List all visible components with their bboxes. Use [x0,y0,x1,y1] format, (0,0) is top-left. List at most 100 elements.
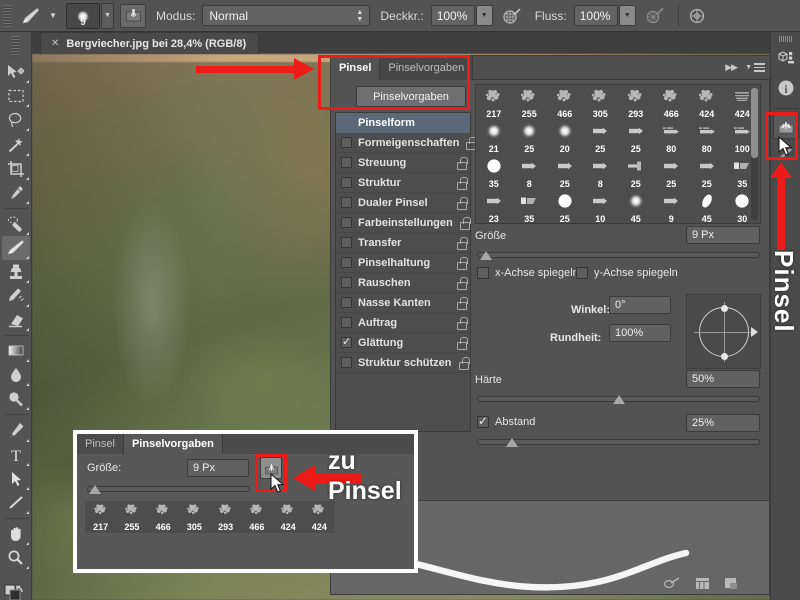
airbrush-icon[interactable] [642,4,668,28]
brush-tip-cell[interactable]: 25 [654,155,690,190]
lock-icon[interactable] [456,336,468,350]
document-tab[interactable]: ✕ Bergviecher.jpg bei 28,4% (RGB/8) [40,32,260,54]
brush-tip-grid[interactable]: 217 255 466 305 293 466 424 424 21 25 20 25 25 80 80 10… [475,84,761,224]
angle-input[interactable]: 0° [609,296,671,314]
setting-checkbox[interactable] [341,217,352,228]
setting-checkbox[interactable] [341,157,352,168]
angle-dial[interactable] [694,302,754,362]
brush-tip-cell[interactable]: 80 [689,120,725,155]
lock-icon[interactable] [458,356,470,370]
sidebar-item-dodge-tool[interactable] [2,387,30,411]
brush-presets-button[interactable]: Pinselvorgaben [356,86,466,107]
brush-grid-scrollbar[interactable] [751,88,758,220]
sidebar-item-move-tool[interactable] [2,60,30,84]
setting-row-pinselhaltung[interactable]: Pinselhaltung [336,253,470,273]
sidebar-item-blur-tool[interactable] [2,363,30,387]
size-slider-knob[interactable] [480,251,492,260]
roundness-input[interactable]: 100% [609,324,671,342]
popup-brush-tip-cell[interactable]: 466 [148,501,179,533]
setting-row-auftrag[interactable]: Auftrag [336,313,470,333]
brush-tip-cell[interactable]: 293 [618,85,654,120]
lock-icon[interactable] [456,316,468,330]
flip-x-row[interactable]: x-Achse spiegeln [477,267,579,279]
brush-tip-cell[interactable]: 255 [512,85,548,120]
brush-tip-cell[interactable]: 25 [547,190,583,225]
info-panel-icon[interactable]: i [773,75,799,101]
sidebar-item-eraser-tool[interactable] [2,308,30,332]
sidebar-item-brush-tool[interactable] [1,235,30,260]
brush-tip-cell[interactable]: 10 [583,190,619,225]
sidebar-item-type-tool[interactable]: T [2,443,30,467]
opacity-input[interactable]: 100% [430,5,475,26]
brush-tip-cell[interactable]: 25 [618,155,654,190]
brush-tip-cell[interactable]: 25 [547,155,583,190]
flow-input[interactable]: 100% [573,5,618,26]
setting-row-glaettung[interactable]: Glättung [336,333,470,353]
popup-brush-tip-cell[interactable]: 293 [210,501,241,533]
tablet-opacity-icon[interactable] [499,4,525,28]
new-preset-icon[interactable] [695,577,710,590]
flip-y-checkbox[interactable] [576,267,588,279]
brush-tip-cell[interactable]: 80 [654,120,690,155]
spacing-slider[interactable] [477,438,760,447]
lock-icon[interactable] [456,276,468,290]
setting-row-farbeinstellungen[interactable]: Farbeinstellungen [336,213,471,233]
tab-pinsel[interactable]: Pinsel [331,56,381,80]
sidebar-item-healing-brush-tool[interactable] [2,212,30,236]
spacing-value-input[interactable]: 25% [686,414,760,432]
hardness-slider[interactable] [477,395,760,404]
smoothing-options-icon[interactable] [685,4,711,28]
hardness-value-input[interactable]: 50% [686,370,760,388]
setting-checkbox[interactable] [341,277,352,288]
popup-brush-tip-cell[interactable]: 424 [304,501,335,533]
setting-row-rauschen[interactable]: Rauschen [336,273,470,293]
sidebar-item-pen-tool[interactable] [2,418,30,442]
setting-row-streuung[interactable]: Streuung [336,153,470,173]
sidebar-item-rectangular-marquee-tool[interactable] [2,84,30,108]
brush-tip-cell[interactable]: 217 [476,85,512,120]
brush-tip-cell[interactable]: 23 [476,190,512,225]
sidebar-item-magic-wand-tool[interactable] [2,132,30,156]
setting-checkbox[interactable] [341,177,352,188]
close-icon[interactable]: ✕ [51,38,59,49]
setting-checkbox[interactable] [341,335,352,348]
popup-brush-tip-cell[interactable]: 466 [241,501,272,533]
brush-tip-cell[interactable]: 25 [618,120,654,155]
sidebar-item-zoom-tool[interactable] [2,546,30,570]
brush-tip-cell[interactable]: 424 [689,85,725,120]
toggle-preview-icon[interactable] [663,577,681,589]
size-slider[interactable] [477,251,760,260]
dock-grip[interactable] [778,36,793,42]
spacing-row[interactable]: Abstand [477,414,535,428]
sidebar-item-eyedropper-tool[interactable] [2,181,30,205]
popup-brush-tip-cell[interactable]: 305 [179,501,210,533]
brush-tool-icon[interactable] [16,3,46,29]
brush-panel-toggle-icon[interactable] [260,457,282,479]
brush-tip-cell[interactable]: 25 [583,120,619,155]
size-value-input[interactable]: 9 Px [686,226,760,244]
lock-icon[interactable] [456,296,468,310]
spacing-slider-knob[interactable] [506,438,518,447]
brush-size-stepper[interactable]: ▼ [101,2,114,29]
brush-tip-cell[interactable]: 35 [476,155,512,190]
tablet-pressure-size-icon[interactable] [120,3,146,28]
popup-brush-tip-cell[interactable]: 217 [85,501,116,533]
setting-row-formeigenschaften[interactable]: Formeigenschaften [336,133,478,153]
sidebar-item-lasso-tool[interactable] [2,108,30,132]
flip-y-row[interactable]: y-Achse spiegeln [576,267,678,279]
brush-tip-cell[interactable]: 20 [547,120,583,155]
sidebar-item-clone-stamp-tool[interactable] [2,260,30,284]
angle-roundness-control[interactable] [686,294,761,369]
brush-tip-cell[interactable]: 25 [689,155,725,190]
flip-x-checkbox[interactable] [477,267,489,279]
panel-menu-icon[interactable]: ▼ [745,63,765,72]
brush-tip-cell[interactable]: 25 [512,120,548,155]
setting-row-dualer-pinsel[interactable]: Dualer Pinsel [336,193,470,213]
flow-dropdown-icon[interactable]: ▼ [618,5,636,26]
hardness-slider-knob[interactable] [613,395,625,404]
setting-row-struktur-schuetzen[interactable]: Struktur schützen [336,353,470,373]
popup-size-input[interactable]: 9 Px [187,459,249,477]
3d-panel-icon[interactable] [773,46,799,72]
sidebar-item-hand-tool[interactable] [2,522,30,546]
popup-brush-tip-cell[interactable]: 424 [273,501,304,533]
